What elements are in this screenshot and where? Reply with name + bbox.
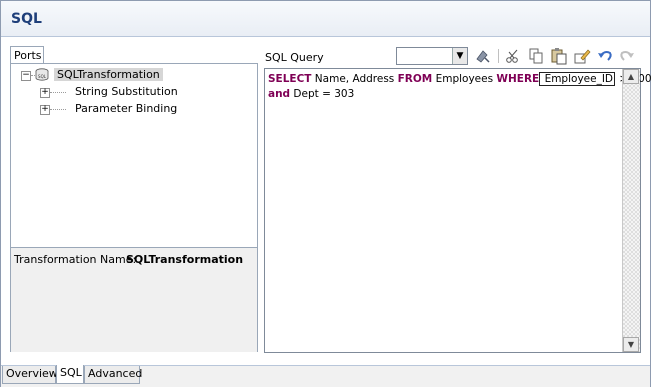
- tab-advanced[interactable]: Advanced: [84, 366, 143, 384]
- sql-query-label: SQL Query: [265, 51, 324, 64]
- tree-node-parameter-binding[interactable]: Parameter Binding: [75, 101, 177, 117]
- expand-icon[interactable]: +: [40, 88, 50, 98]
- collapse-icon[interactable]: −: [21, 71, 31, 81]
- cut-icon[interactable]: [504, 47, 522, 65]
- edit-icon[interactable]: [573, 47, 591, 65]
- chevron-down-icon[interactable]: ▼: [452, 48, 467, 64]
- code-text: Dept = 303: [290, 88, 355, 100]
- ports-tree: − SQL SQLTransformation + String Substit…: [11, 64, 257, 244]
- sql-editor[interactable]: SELECT Name, Address FROM Employees WHER…: [264, 68, 651, 353]
- tree-connector: [50, 92, 66, 93]
- header-bar: SQL: [1, 1, 650, 36]
- tab-label: Overview: [6, 367, 58, 380]
- tree-node-root-label: SQLTransformation: [54, 68, 163, 81]
- format-icon[interactable]: [474, 47, 492, 65]
- tree-node-string-substitution[interactable]: String Substitution: [75, 84, 178, 100]
- header-divider: [1, 36, 650, 37]
- expand-icon[interactable]: +: [40, 105, 50, 115]
- tab-sql[interactable]: SQL: [56, 365, 84, 384]
- keyword: SELECT: [268, 73, 312, 85]
- tree-node-root[interactable]: SQLTransformation: [54, 67, 163, 83]
- redo-icon[interactable]: [618, 47, 636, 65]
- code-text: Name, Address: [311, 73, 398, 85]
- vertical-scrollbar[interactable]: ▲ ▼: [622, 69, 640, 352]
- scroll-up-icon[interactable]: ▲: [623, 69, 639, 84]
- scroll-down-icon[interactable]: ▼: [623, 337, 639, 352]
- sql-code[interactable]: SELECT Name, Address FROM Employees WHER…: [268, 72, 651, 102]
- ports-panel: − SQL SQLTransformation + String Substit…: [10, 63, 258, 352]
- tree-connector: [50, 109, 66, 110]
- code-line-2: and Dept = 303: [268, 87, 651, 102]
- keyword: and: [268, 88, 291, 100]
- tree-node-label: String Substitution: [75, 85, 178, 98]
- keyword: WHERE: [496, 73, 540, 85]
- query-dropdown[interactable]: ▼: [396, 47, 468, 65]
- database-icon: SQL: [35, 68, 49, 81]
- keyword: FROM: [397, 73, 433, 85]
- copy-icon[interactable]: [527, 47, 545, 65]
- tab-ports-label: Ports: [14, 49, 42, 62]
- transformation-info: Transformation Name: SQLTransformation: [11, 247, 257, 352]
- page-title: SQL: [11, 11, 42, 27]
- tree-node-label: Parameter Binding: [75, 102, 178, 115]
- tab-label: SQL: [60, 366, 82, 379]
- paste-icon[interactable]: [550, 47, 568, 65]
- code-line-1: SELECT Name, Address FROM Employees WHER…: [268, 72, 651, 87]
- transformation-name-label: Transformation Name:: [14, 253, 137, 266]
- undo-icon[interactable]: [596, 47, 614, 65]
- toolbar-separator: [498, 49, 499, 63]
- tab-overview[interactable]: Overview: [2, 366, 58, 384]
- transformation-name-value: SQLTransformation: [126, 253, 244, 266]
- code-text-cursor: Employee_ID: [539, 72, 616, 86]
- tab-label: Advanced: [88, 367, 143, 380]
- svg-text:SQL: SQL: [38, 74, 47, 79]
- code-text: Employees: [432, 73, 497, 85]
- tab-ports[interactable]: Ports: [10, 46, 44, 64]
